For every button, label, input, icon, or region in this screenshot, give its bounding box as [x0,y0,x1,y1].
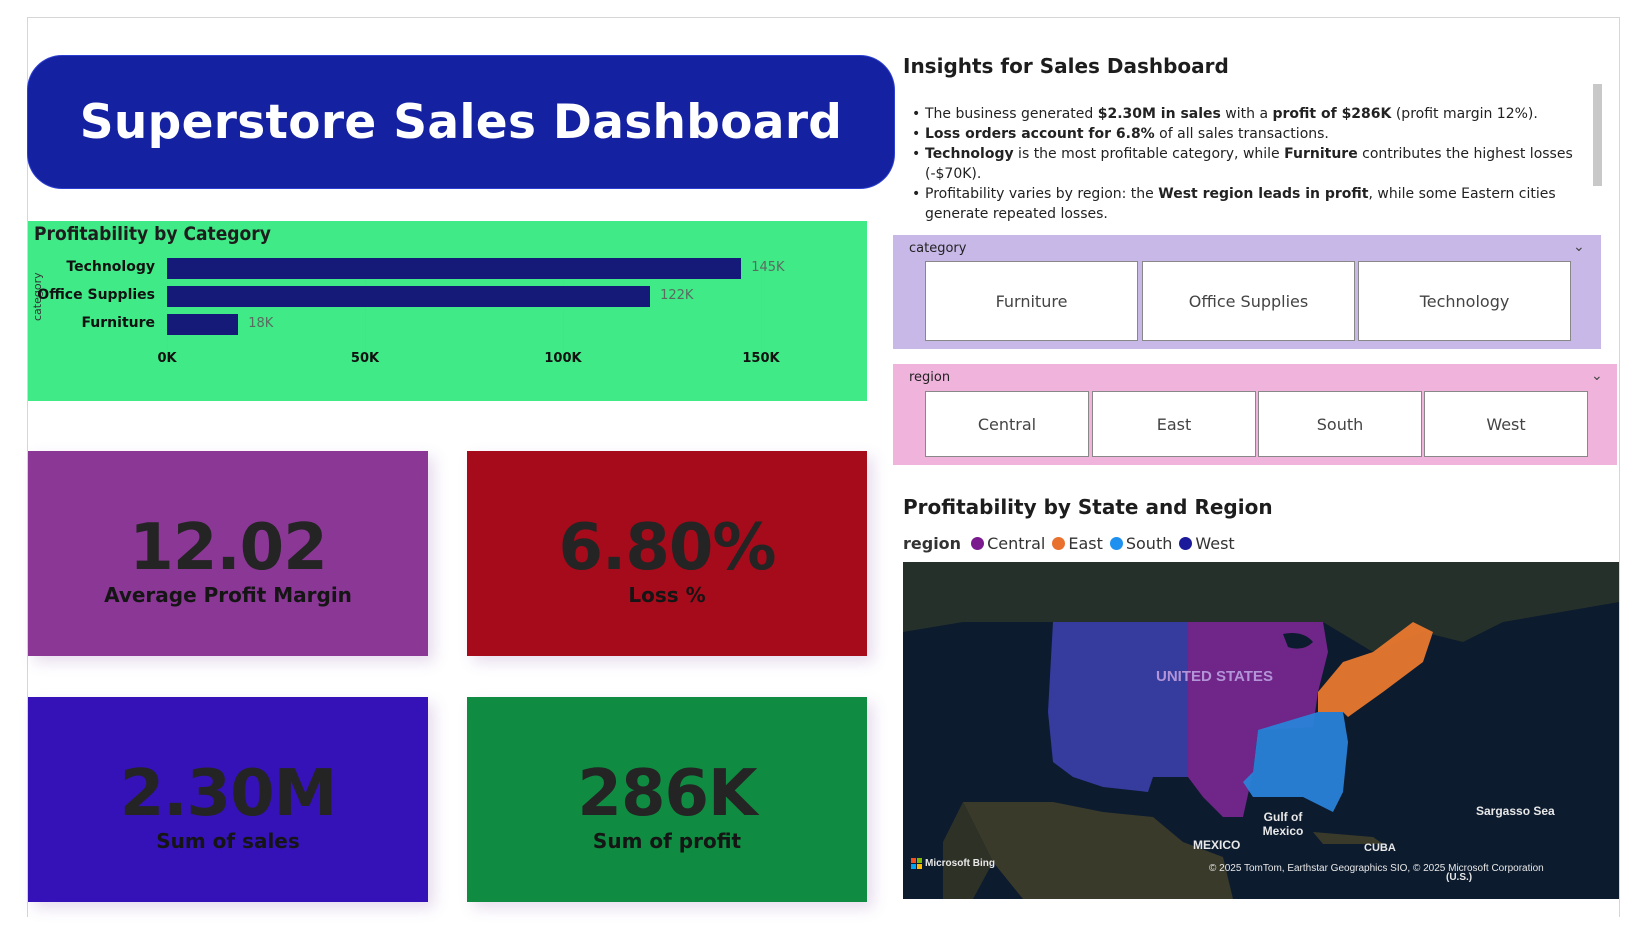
slicer-option-technology[interactable]: Technology [1358,261,1571,341]
insight-text: is the most profitable category, while [1013,146,1285,162]
legend-item-west[interactable]: West [1179,534,1235,553]
category-chart-title: Profitability by Category [34,223,271,245]
x-tick-label: 100K [544,351,582,366]
slicer-option-furniture[interactable]: Furniture [925,261,1138,341]
insight-text: of all sales transactions. [1154,126,1329,142]
legend-item-central[interactable]: Central [971,534,1045,553]
kpi-sum-of-profit[interactable]: 286K Sum of profit [467,697,867,902]
kpi-loss-percent[interactable]: 6.80% Loss % [467,451,867,656]
x-tick-label: 0K [157,351,177,366]
dashboard-title: Superstore Sales Dashboard [79,94,843,150]
slicer-option-west[interactable]: West [1424,391,1588,457]
insight-emphasis: Loss orders account for 6.8% [925,126,1155,142]
map-label-sargasso: Sargasso Sea [1476,804,1555,818]
slicer-option-central[interactable]: Central [925,391,1089,457]
insight-item: The business generated $2.30M in sales w… [912,104,1582,124]
category-label: Technology [66,259,155,275]
bar-value-label: 145K [751,260,785,275]
insight-emphasis: $2.30M in sales [1097,106,1221,122]
insight-item: Profitability varies by region: the West… [912,184,1582,224]
insight-item: Technology is the most profitable catego… [912,144,1582,184]
bar-value-label: 122K [660,288,694,303]
map-copyright: © 2025 TomTom, Earthstar Geographics SIO… [1209,863,1544,874]
legend-label: Central [987,534,1046,553]
insight-emphasis: West region leads in profit [1158,186,1369,202]
insights-scrollbar[interactable] [1593,84,1602,186]
map-title: Profitability by State and Region [903,495,1273,519]
slicer-option-south[interactable]: South [1258,391,1422,457]
map-label-country: UNITED STATES [1156,668,1273,685]
insight-item: Loss orders account for 6.8% of all sale… [912,124,1582,144]
legend-label: West [1195,534,1235,553]
map-graphic [903,562,1619,899]
kpi-sum-of-sales[interactable]: 2.30M Sum of sales [28,697,428,902]
region-map[interactable]: UNITED STATES Gulf of Mexico MEXICO CUBA… [903,562,1619,899]
legend-dot-icon [1052,537,1066,550]
dashboard-title-banner: Superstore Sales Dashboard [28,56,894,188]
bar-furniture[interactable] [167,314,239,335]
bar-office-supplies[interactable] [167,286,651,307]
insight-text: with a [1220,106,1273,122]
x-tick-label: 50K [350,351,380,366]
insight-emphasis: Technology [925,146,1014,162]
map-legend: region Central East South West [903,534,1242,553]
chevron-down-icon[interactable]: ⌄ [1591,368,1603,384]
kpi-value: 2.30M [119,757,338,831]
kpi-label: Average Profit Margin [104,583,352,607]
slicer-option-east[interactable]: East [1092,391,1256,457]
bing-logo: Microsoft Bing [911,858,995,869]
category-label: Furniture [81,315,155,331]
map-label-mexico: MEXICO [1193,838,1241,852]
legend-dot-icon [1109,537,1123,550]
legend-item-east[interactable]: East [1052,534,1103,553]
category-label: Office Supplies [37,287,155,303]
map-label-cuba: CUBA [1364,842,1396,854]
legend-dot-icon [1179,537,1193,550]
category-slicer: category ⌄ Furniture Office Supplies Tec… [893,235,1601,349]
category-profit-chart[interactable]: Profitability by Category category 0K 50K… [28,221,867,401]
insight-text: The business generated [925,106,1098,122]
chevron-down-icon[interactable]: ⌄ [1573,239,1585,255]
bar-value-label: 18K [248,316,274,331]
microsoft-logo-icon [911,858,922,869]
kpi-label: Sum of sales [156,829,300,853]
legend-dot-icon [971,537,985,550]
slicer-option-office-supplies[interactable]: Office Supplies [1142,261,1355,341]
region-west[interactable] [1048,622,1188,792]
region-slicer: region ⌄ Central East South West [893,364,1617,465]
slicer-title: region [909,370,951,385]
kpi-average-profit-margin[interactable]: 12.02 Average Profit Margin [28,451,428,656]
insights-list: The business generated $2.30M in sales w… [912,104,1582,224]
kpi-value: 286K [577,757,757,831]
map-label-gulf: Gulf of Mexico [1262,810,1304,838]
insight-text: (profit margin 12%). [1391,106,1538,122]
kpi-value: 6.80% [558,511,776,585]
insight-emphasis: profit of $286K [1272,106,1392,122]
kpi-value: 12.02 [129,511,327,585]
legend-label: South [1125,534,1173,553]
slicer-title: category [909,241,967,256]
legend-label: East [1068,534,1103,553]
bing-label: Microsoft Bing [925,858,995,869]
x-tick-label: 150K [742,351,780,366]
kpi-label: Loss % [628,583,706,607]
legend-item-south[interactable]: South [1109,534,1173,553]
insights-title: Insights for Sales Dashboard [903,54,1229,78]
insight-text: Profitability varies by region: the [925,186,1159,202]
kpi-label: Sum of profit [592,829,742,853]
legend-title: region [903,534,962,553]
insight-emphasis: Furniture [1284,146,1358,162]
bar-technology[interactable] [167,258,742,279]
